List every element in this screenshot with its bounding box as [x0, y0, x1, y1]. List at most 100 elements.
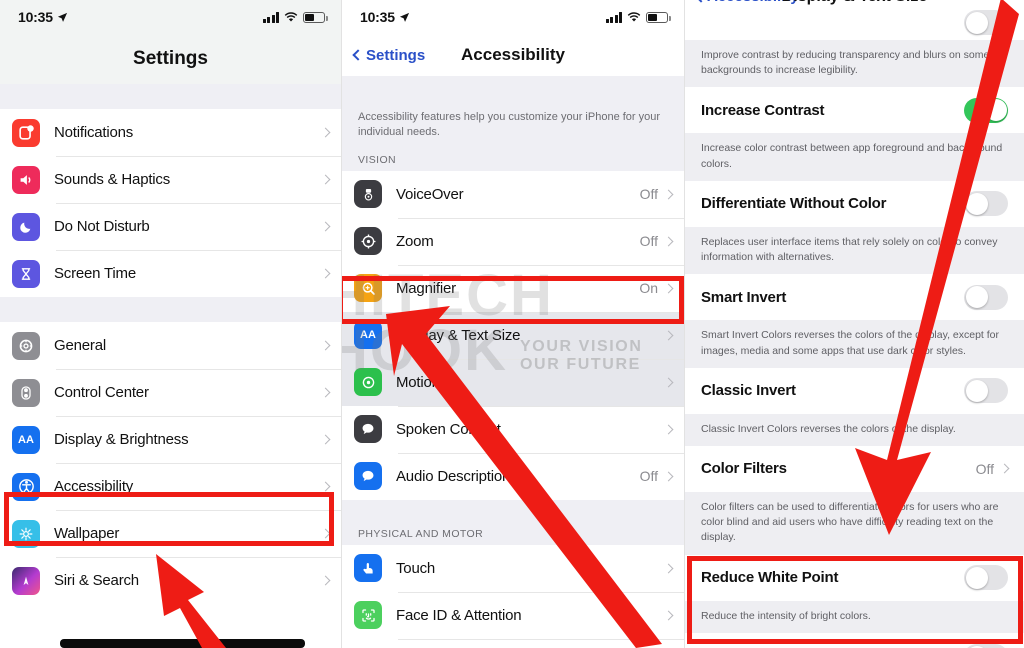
chevron-right-icon — [320, 221, 331, 232]
chevron-left-icon — [352, 49, 364, 61]
list-item-face-id[interactable]: Face ID & Attention — [342, 591, 684, 639]
chevron-right-icon — [663, 236, 674, 247]
control-center-icon — [12, 378, 40, 407]
chevron-right-icon — [663, 377, 674, 388]
chevron-right-icon — [663, 189, 674, 200]
chevron-right-icon — [320, 528, 331, 539]
notifications-icon — [12, 118, 40, 147]
status-time: 10:35 — [18, 9, 53, 25]
magnifier-icon — [354, 274, 382, 303]
setting-row-increase-contrast: Increase Contrast — [685, 87, 1024, 134]
accessibility-panel: 10:35 Settings Accessibility Accessibili… — [341, 0, 684, 648]
list-item-label: General — [54, 337, 106, 354]
location-arrow-icon — [399, 12, 409, 22]
list-item-wallpaper[interactable]: Wallpaper — [0, 510, 341, 557]
list-item-general[interactable]: General — [0, 322, 341, 369]
cellular-bars-icon — [605, 11, 622, 23]
setting-row-classic-invert: Classic Invert — [685, 367, 1024, 414]
setting-label: Smart Invert — [701, 288, 787, 306]
list-gap — [0, 84, 341, 109]
list-item-spoken-content[interactable]: Spoken Content — [342, 405, 684, 453]
list-item-zoom[interactable]: Zoom Off — [342, 217, 684, 265]
setting-row-differentiate-without-color: Differentiate Without Color — [685, 180, 1024, 227]
list-item-accessibility[interactable]: Accessibility — [0, 463, 341, 510]
toggle-classic-invert[interactable] — [964, 378, 1008, 404]
setting-row-reduce-white-point: Reduce White Point — [685, 554, 1024, 601]
chevron-right-icon — [320, 268, 331, 279]
clipped-toggle[interactable] — [964, 10, 1008, 35]
list-item-value: Off — [639, 233, 658, 250]
setting-row-color-filters[interactable]: Color Filters Off — [685, 445, 1024, 492]
list-item-value: On — [639, 280, 658, 297]
sounds-haptics-icon — [12, 165, 40, 194]
list-item-label: Accessibility — [54, 478, 134, 495]
list-item-display-text-size[interactable]: AA Display & Text Size — [342, 311, 684, 359]
list-item-screen-time[interactable]: Screen Time — [0, 250, 341, 297]
list-item-siri-search[interactable]: Siri & Search — [0, 557, 341, 604]
list-item-switch-control[interactable]: Switch Control Off — [342, 638, 684, 648]
audio-descriptions-icon — [354, 462, 382, 491]
list-item-label: Audio Descriptions — [396, 467, 518, 485]
chevron-right-icon — [663, 424, 674, 435]
list-item-control-center[interactable]: Control Center — [0, 369, 341, 416]
setting-label: Color Filters — [701, 460, 787, 478]
list-item-magnifier[interactable]: Magnifier On — [342, 264, 684, 312]
setting-row-smart-invert: Smart Invert — [685, 274, 1024, 321]
setting-label: Increase Contrast — [701, 101, 825, 119]
list-item-label: Magnifier — [396, 279, 456, 297]
list-item-label: Display & Brightness — [54, 431, 189, 448]
list-item-audio-descriptions[interactable]: Audio Descriptions Off — [342, 452, 684, 500]
list-item-voiceover[interactable]: VoiceOver Off — [342, 170, 684, 218]
chevron-right-icon — [663, 563, 674, 574]
list-item-label: Control Center — [54, 384, 149, 401]
list-item-value: Off — [639, 468, 658, 485]
settings-panel: 10:35 Settings Notifications Sounds & Ha… — [0, 0, 341, 648]
display-text-size-icon: AA — [354, 321, 382, 350]
chevron-right-icon — [663, 610, 674, 621]
setting-desc-smart-invert: Smart Invert Colors reverses the colors … — [685, 320, 1024, 368]
list-gap — [342, 76, 684, 100]
vision-group: VoiceOver Off Zoom Off Magnifier On AA D… — [342, 170, 684, 500]
toggle-differentiate-without-color[interactable] — [964, 191, 1008, 217]
setting-desc-differentiate-without-color: Replaces user interface items that rely … — [685, 226, 1024, 275]
list-item-touch[interactable]: Touch — [342, 544, 684, 592]
page-title: Settings — [133, 48, 208, 69]
list-item-label: Screen Time — [54, 265, 136, 282]
setting-desc-top: Improve contrast by reducing transparenc… — [685, 40, 1024, 88]
toggle-auto-brightness[interactable] — [964, 644, 1008, 648]
toggle-increase-contrast[interactable] — [964, 97, 1008, 123]
list-item-label: Sounds & Haptics — [54, 171, 171, 188]
chevron-right-icon — [320, 174, 331, 185]
accessibility-nav-bar: Settings Accessibility — [342, 34, 684, 76]
list-item-sounds-haptics[interactable]: Sounds & Haptics — [0, 156, 341, 203]
setting-desc-classic-invert: Classic Invert Colors reverses the color… — [685, 413, 1024, 446]
list-item-label: Wallpaper — [54, 525, 120, 542]
list-item-do-not-disturb[interactable]: Do Not Disturb — [0, 203, 341, 250]
screenshot-root: 10:35 Settings Notifications Sounds & Ha… — [0, 0, 1024, 648]
chevron-right-icon — [663, 330, 674, 341]
list-item-motion[interactable]: Motion — [342, 358, 684, 406]
chevron-right-icon — [320, 340, 331, 351]
wifi-icon — [284, 11, 298, 21]
back-button-label: Settings — [366, 46, 426, 64]
spoken-content-icon — [354, 415, 382, 444]
wallpaper-icon — [12, 519, 40, 548]
setting-desc-increase-contrast: Increase color contrast between app fore… — [685, 133, 1024, 181]
moon-icon — [12, 212, 40, 241]
back-button-settings[interactable]: Settings — [352, 46, 426, 64]
toggle-reduce-white-point[interactable] — [964, 565, 1008, 591]
list-item-label: VoiceOver — [396, 185, 464, 203]
section-header-vision: VISION — [342, 147, 684, 171]
settings-nav-bar: Settings — [0, 34, 341, 84]
chevron-right-icon — [663, 471, 674, 482]
chevron-right-icon — [320, 387, 331, 398]
setting-label: Reduce White Point — [701, 569, 839, 587]
voiceover-icon — [354, 180, 382, 209]
list-item-display-brightness[interactable]: AA Display & Brightness — [0, 416, 341, 463]
toggle-smart-invert[interactable] — [964, 284, 1008, 310]
home-indicator — [60, 639, 305, 648]
setting-value: Off — [975, 460, 994, 477]
list-item-label: Face ID & Attention — [396, 606, 522, 624]
list-item-notifications[interactable]: Notifications — [0, 109, 341, 156]
accessibility-icon — [12, 472, 40, 501]
